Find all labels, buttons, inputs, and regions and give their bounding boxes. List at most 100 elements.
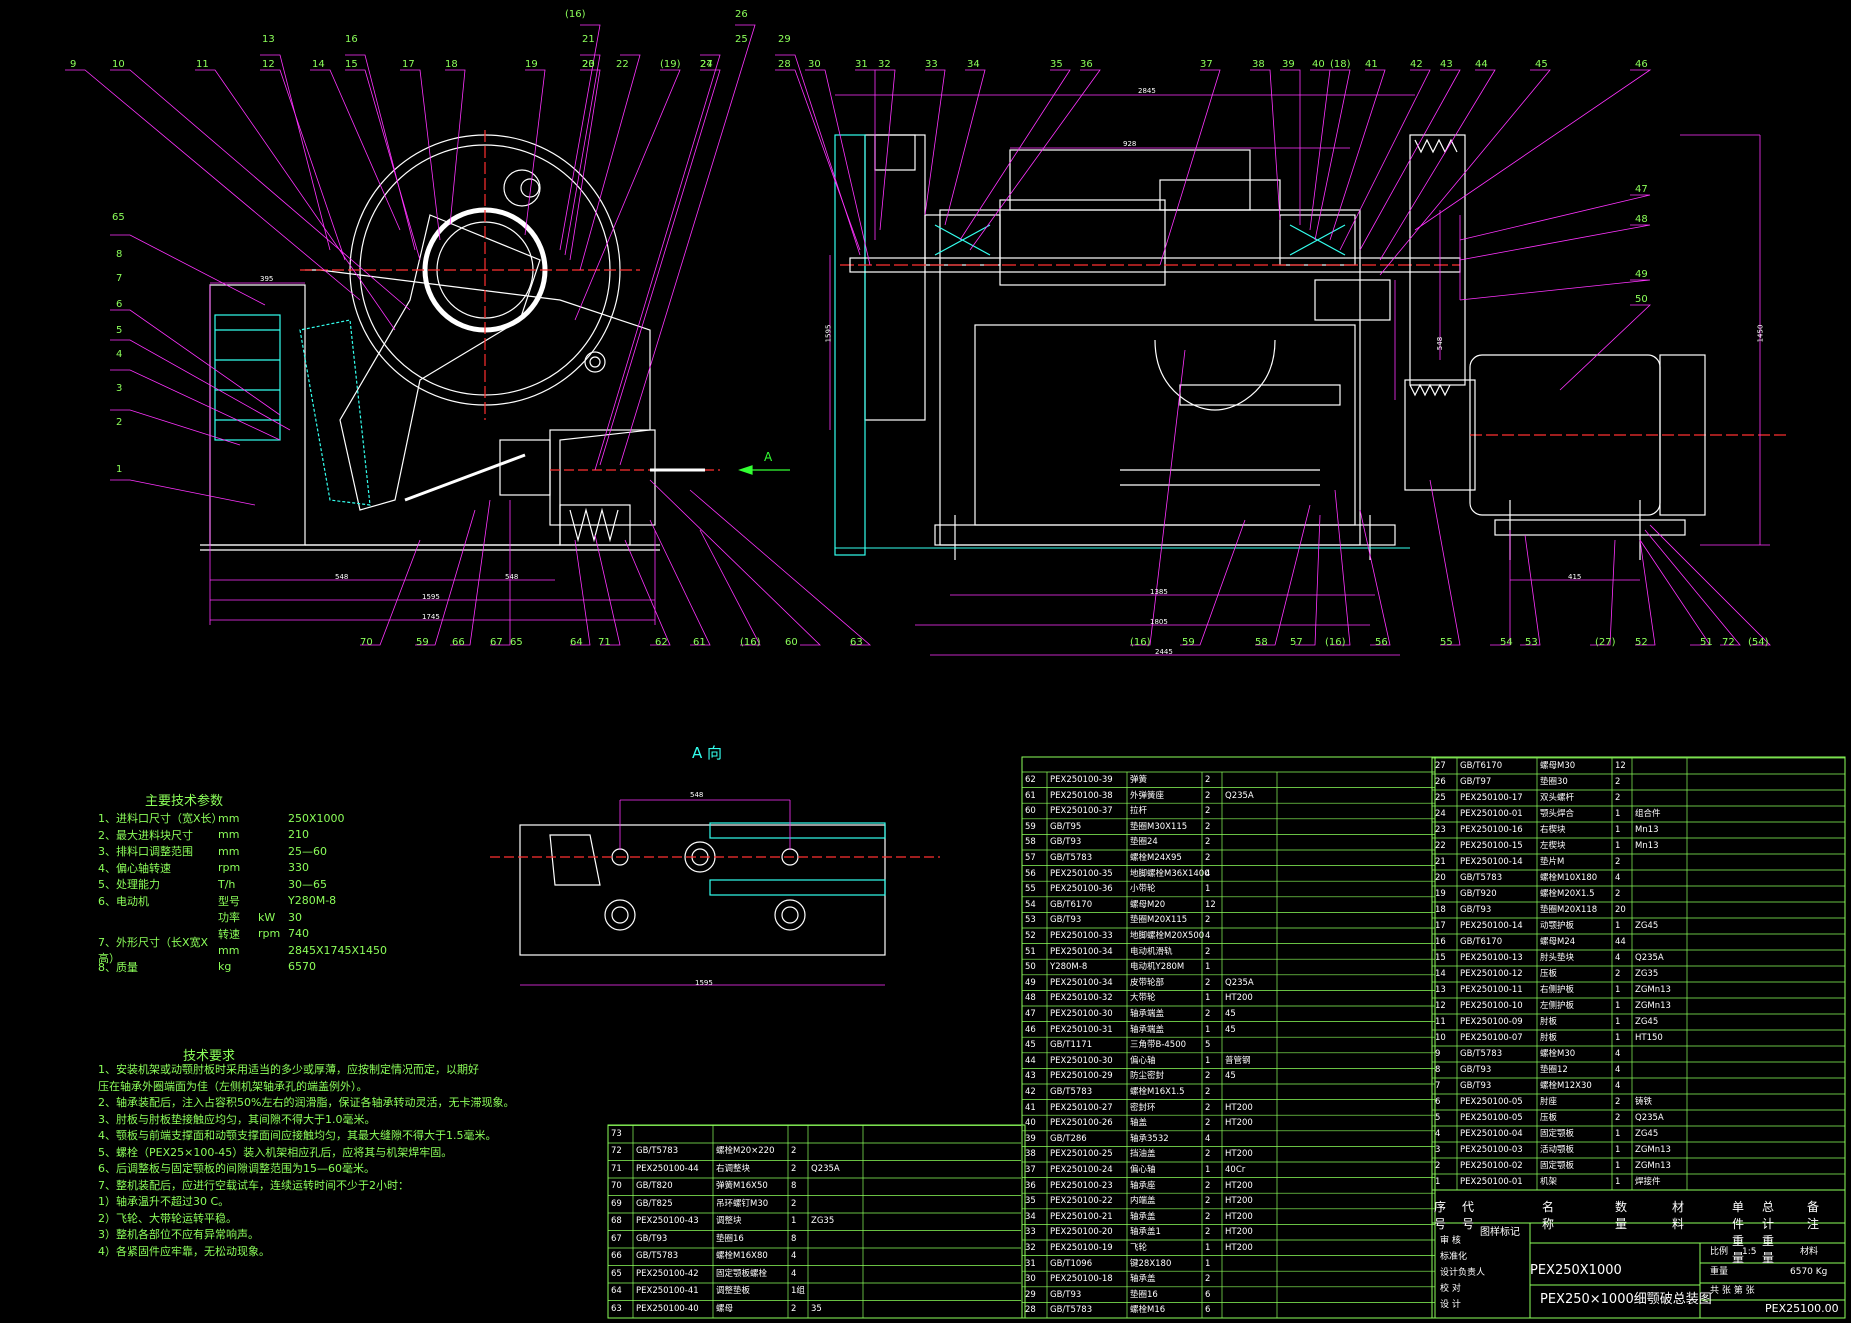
part-balloon: 22 (616, 59, 629, 70)
bom-cell: 4 (1615, 1065, 1621, 1075)
bom-cell: 8 (1435, 1065, 1441, 1075)
bom-cell: Q235A (1635, 953, 1664, 963)
bom-cell: 垫圈16 (1130, 1289, 1158, 1300)
bom-cell: Q235A (811, 1163, 840, 1174)
bom-cell: 54 (1025, 899, 1036, 910)
scale-value: 1:5 (1742, 1247, 1757, 1257)
bom-cell: 2 (1205, 837, 1211, 848)
bom-cell: 39 (1025, 1133, 1036, 1144)
bom-cell: 2 (1205, 1180, 1211, 1191)
bom-cell: 12 (1615, 761, 1626, 771)
bom-row: 32 PEX250100-19 飞轮 1 HT200 (1022, 1240, 1442, 1256)
side-section-view (65, 24, 872, 646)
part-balloon: 11 (196, 59, 209, 70)
part-balloon: 7 (116, 273, 123, 284)
part-balloon: 6 (116, 299, 123, 310)
bom-row: 68 PEX250100-43 调整块 1 ZG35 (608, 1213, 1028, 1229)
scale-label: 比例 (1710, 1247, 1729, 1257)
bom-cell: 4 (1205, 1133, 1211, 1144)
bom-cell: 1 (1205, 1055, 1211, 1066)
bom-cell: 螺栓M16 (1130, 1305, 1166, 1316)
part-balloon: (18) (1330, 59, 1351, 70)
bom-cell: 轴承盖1 (1130, 1227, 1161, 1238)
bom-row: 58 GB/T93 垫圈24 2 (1022, 834, 1442, 850)
bom-cell: 双头螺杆 (1540, 793, 1575, 803)
bom-cell: 2 (1205, 946, 1211, 957)
bom-cell: PEX250100-21 (1050, 1211, 1113, 1222)
bom-cell: 1 (1615, 1177, 1621, 1187)
bom-cell: 2 (1615, 1113, 1621, 1123)
bom-cell: 21 (1435, 857, 1446, 867)
part-balloon: 52 (1635, 637, 1648, 648)
bom-cell: 18 (1435, 905, 1446, 915)
bom-cell: 63 (611, 1303, 622, 1314)
bom-cell: PEX250100-23 (1050, 1180, 1113, 1191)
bom-row: 72 GB/T5783 螺栓M20×220 2 (608, 1143, 1028, 1159)
bom-cell: 4 (1615, 873, 1621, 883)
dimension-label: 1450 (1756, 324, 1765, 343)
bom-cell: PEX250100-43 (636, 1216, 699, 1226)
bom-cell: 1 (1205, 884, 1211, 895)
requirement-line: 1、安装机架或动颚肘板时采用适当的多少或厚薄，应按制定情况而定，以期好 (98, 1063, 479, 1076)
part-balloon: 51 (1700, 637, 1713, 648)
part-balloon: 30 (808, 59, 821, 70)
bom-cell: PEX250100-30 (1050, 1009, 1113, 1019)
bom-cell: GB/T5783 (1050, 1305, 1093, 1316)
bom-cell: PEX250100-15 (1460, 841, 1523, 851)
bom-cell: 2 (1205, 806, 1211, 817)
bom-cell: ZGMn13 (1635, 1161, 1671, 1171)
flywheel-section (864, 134, 926, 421)
bom-header-cell: 名 称 (1542, 1200, 1555, 1231)
bom-cell: GB/T920 (1460, 889, 1497, 899)
bom-cell: 动颚护板 (1540, 921, 1575, 931)
bom-cell: 垫圈16 (716, 1233, 744, 1244)
bom-cell: ZG45 (1635, 1017, 1659, 1027)
bom-row: 52 PEX250100-33 地脚螺栓M20X500 4 (1022, 928, 1442, 944)
part-balloon: 16 (345, 34, 358, 45)
swing-jaw (339, 214, 541, 511)
drawing-title: PEX250×1000细颚破总装图 (1540, 1292, 1712, 1307)
bom-cell: 27 (1435, 761, 1446, 771)
bom-cell: PEX250100-25 (1050, 1149, 1113, 1160)
part-balloon: 58 (1255, 637, 1268, 648)
bom-cell: 电动机滑轨 (1130, 946, 1173, 957)
part-balloon: 33 (925, 59, 938, 70)
bom-cell: PEX250100-24 (1050, 1165, 1113, 1175)
bom-header-cell: 总计重量 (1762, 1200, 1775, 1265)
bom-cell: 螺栓M16X80 (716, 1251, 768, 1261)
bom-cell: 三角带B-4500 (1130, 1040, 1187, 1051)
bom-cell: 45 (1225, 1009, 1236, 1019)
bom-row: 70 GB/T820 弹簧M16X50 8 (608, 1178, 1028, 1194)
bom-cell: 2 (1205, 1087, 1211, 1097)
bom-cell: 防尘密封 (1130, 1071, 1165, 1082)
dimension-label: 2845 (1138, 87, 1156, 95)
bom-cell: 69 (611, 1198, 622, 1209)
part-balloon: (16) (740, 637, 761, 648)
param-row: 2、最大进料块尺寸 mm 210 (98, 828, 309, 842)
bom-cell: 吊环螺钉M30 (716, 1198, 769, 1209)
bom-cell: 70 (611, 1181, 622, 1191)
bom-row: 12 PEX250100-10 左侧护板 1 ZGMn13 (1432, 998, 1851, 1014)
bom-cell: 19 (1435, 889, 1446, 899)
bom-row: 73 (608, 1126, 1028, 1142)
bom-cell: 1 (1435, 1177, 1441, 1187)
part-balloon: 4 (116, 349, 123, 360)
bom-row: 25 PEX250100-17 双头螺杆 2 (1432, 790, 1851, 806)
bom-cell: PEX250100-03 (1460, 1145, 1523, 1155)
title-role: 标准化 (1440, 1252, 1468, 1262)
bom-cell: 3 (1435, 1145, 1441, 1155)
part-balloon: 34 (967, 59, 980, 70)
part-balloon: 2 (116, 417, 123, 428)
bom-cell: PEX250100-05 (1460, 1097, 1523, 1107)
bom-cell: 1 (1205, 993, 1211, 1004)
part-balloon: 27 (700, 59, 713, 70)
bom-cell: 2 (1435, 1161, 1441, 1171)
bom-row: 7 GB/T93 螺栓M12X30 4 (1432, 1078, 1851, 1094)
bom-cell: 20 (1435, 873, 1446, 883)
sheet-count: 共 张 第 张 (1710, 1286, 1755, 1296)
bom-row: 67 GB/T93 垫圈16 8 (608, 1231, 1028, 1247)
bom-header-cell: 代 号 (1462, 1200, 1475, 1231)
part-balloon: 41 (1365, 59, 1378, 70)
bom-cell: PEX250100-16 (1460, 825, 1523, 835)
bom-cell: Q235A (1225, 790, 1254, 801)
